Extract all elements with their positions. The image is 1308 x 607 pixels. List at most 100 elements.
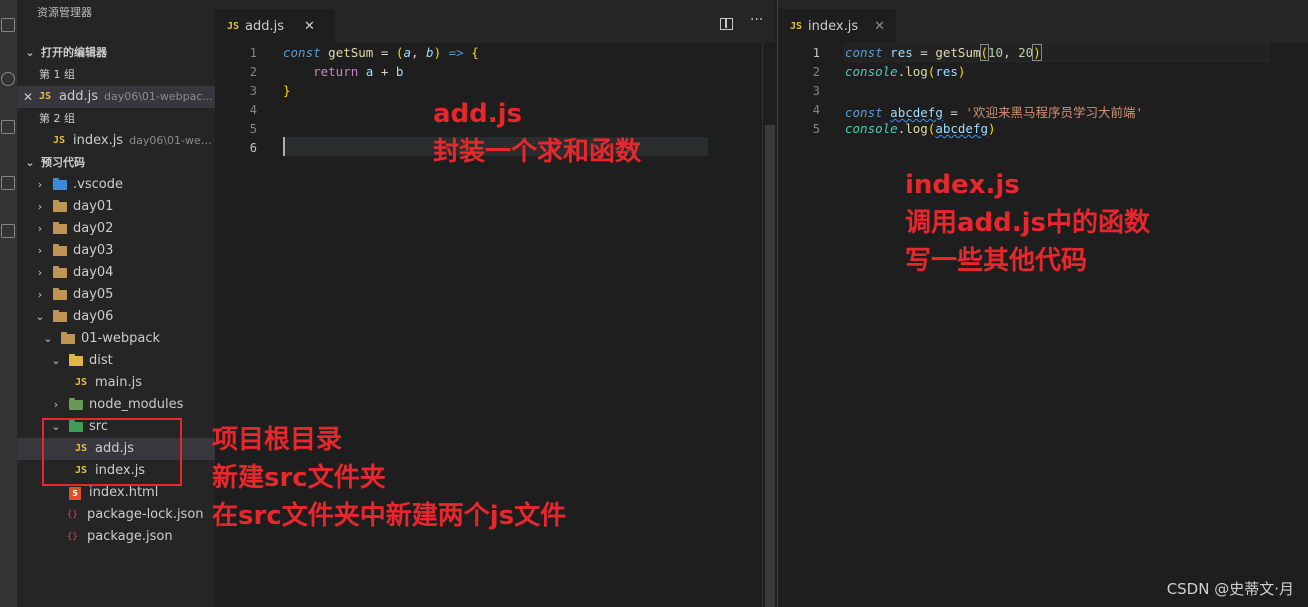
- line-number: 5: [812, 122, 820, 136]
- chevron-right-icon: ›: [37, 266, 43, 279]
- tab-label: index.js: [808, 18, 859, 34]
- tree-item-package-lock-json[interactable]: {} package-lock.json: [17, 504, 215, 526]
- chevron-down-icon: ⌄: [25, 156, 35, 169]
- open-editor-path: day06\01-webp...: [129, 134, 215, 147]
- line-number: 1: [812, 46, 820, 60]
- annotation-project-root: 项目根目录: [212, 425, 343, 455]
- tree-item-day04[interactable]: › day04: [17, 262, 215, 284]
- chevron-down-icon: ⌄: [51, 354, 61, 367]
- tree-item-label: day03: [73, 243, 114, 258]
- js-file-icon: JS: [39, 91, 52, 102]
- open-editor-path: day06\01-webpac...: [104, 90, 213, 103]
- html-file-icon: 5: [69, 486, 81, 500]
- tree-item-dist[interactable]: ⌄ dist: [17, 350, 215, 372]
- source-control-icon[interactable]: [1, 120, 15, 134]
- line-number: 1: [249, 46, 257, 60]
- tree-item-day02[interactable]: › day02: [17, 218, 215, 240]
- folder-icon: [53, 200, 67, 212]
- tree-item-label: main.js: [95, 375, 142, 390]
- explorer-icon[interactable]: [1, 18, 15, 32]
- js-file-icon: JS: [227, 20, 240, 32]
- json-file-icon: {}: [67, 510, 78, 520]
- close-icon[interactable]: ✕: [874, 19, 885, 34]
- tree-item-node-modules[interactable]: › node_modules: [17, 394, 215, 416]
- tree-item-label: dist: [89, 353, 113, 368]
- chevron-down-icon: ⌄: [25, 46, 35, 59]
- tree-item-day01[interactable]: › day01: [17, 196, 215, 218]
- chevron-right-icon: ›: [37, 200, 43, 213]
- code-line-1: const getSum = (a, b) => {: [283, 45, 479, 60]
- line-number: 2: [249, 65, 257, 79]
- code-line-3: }: [283, 83, 291, 98]
- tree-item-package-json[interactable]: {} package.json: [17, 526, 215, 548]
- folder-icon: [53, 266, 67, 278]
- folder-icon: [53, 310, 67, 322]
- open-editor-name: add.js: [59, 89, 98, 104]
- close-icon[interactable]: ✕: [304, 19, 315, 34]
- folder-icon: [61, 332, 75, 344]
- tab-add-js[interactable]: JS add.js ✕: [215, 9, 335, 43]
- chevron-right-icon: ›: [53, 398, 59, 411]
- annotation-add-js-desc: 封装一个求和函数: [433, 137, 642, 167]
- src-highlight-box: [42, 418, 182, 486]
- tree-item-main-js[interactable]: JS main.js: [17, 372, 215, 394]
- tab-label: add.js: [245, 18, 285, 34]
- scrollbar-track[interactable]: [762, 43, 776, 607]
- folder-icon: [53, 222, 67, 234]
- search-icon[interactable]: [1, 72, 15, 86]
- tree-item-label: 01-webpack: [81, 331, 161, 346]
- right-editor[interactable]: 1 2 3 4 5 const res = getSum(10, 20) con…: [777, 43, 1308, 607]
- line-number: 2: [812, 65, 820, 79]
- annotation-new-js-files: 在src文件夹中新建两个js文件: [212, 501, 567, 531]
- annotation-add-js-title: add.js: [433, 99, 523, 129]
- chevron-right-icon: ›: [37, 178, 43, 191]
- json-file-icon: {}: [67, 532, 78, 542]
- js-file-icon: JS: [75, 377, 88, 388]
- tree-item-label: package-lock.json: [87, 507, 204, 522]
- debug-icon[interactable]: [1, 176, 15, 190]
- chevron-right-icon: ›: [37, 288, 43, 301]
- open-editors-header[interactable]: ⌄ 打开的编辑器: [17, 42, 215, 64]
- tree-item-vscode[interactable]: › .vscode: [17, 174, 215, 196]
- folder-icon: [69, 398, 83, 410]
- tree-item-label: .vscode: [73, 177, 123, 192]
- tree-item-label: node_modules: [89, 397, 184, 412]
- folder-icon: [53, 178, 67, 190]
- tree-item-day06[interactable]: ⌄ day06: [17, 306, 215, 328]
- left-tab-bar: JS add.js ✕ ···: [215, 0, 775, 43]
- split-editor-icon[interactable]: [720, 18, 733, 30]
- extensions-icon[interactable]: [1, 224, 15, 238]
- line-number: 6: [249, 141, 257, 155]
- tree-item-label: day05: [73, 287, 114, 302]
- chevron-right-icon: ›: [37, 222, 43, 235]
- activity-bar: [0, 0, 17, 607]
- project-label: 预习代码: [41, 156, 85, 169]
- line-number: 5: [249, 122, 257, 136]
- scrollbar-thumb[interactable]: [765, 125, 775, 607]
- more-actions-icon[interactable]: ···: [750, 12, 763, 28]
- string-literal: '欢迎来黑马程序员学习大前端': [965, 105, 1144, 120]
- open-editor-index-js[interactable]: JS index.js day06\01-webp...: [17, 130, 215, 152]
- folder-icon: [53, 244, 67, 256]
- code-line-4: const abcdefg = '欢迎来黑马程序员学习大前端': [845, 105, 1144, 120]
- line-number: 4: [249, 103, 257, 117]
- chevron-down-icon: ⌄: [43, 332, 53, 345]
- tab-index-js[interactable]: JS index.js ✕: [778, 9, 896, 43]
- open-editors-label: 打开的编辑器: [41, 46, 107, 59]
- open-editor-add-js[interactable]: ✕ JS add.js day06\01-webpac...: [17, 86, 215, 108]
- chevron-down-icon: ⌄: [35, 310, 45, 323]
- annotation-index-js-title: index.js: [905, 170, 1020, 200]
- close-icon[interactable]: ✕: [21, 86, 35, 108]
- js-file-icon: JS: [53, 135, 66, 146]
- project-header[interactable]: ⌄ 预习代码: [17, 152, 215, 174]
- watermark: CSDN @史蒂文·月: [1166, 580, 1294, 598]
- tree-item-day03[interactable]: › day03: [17, 240, 215, 262]
- explorer-title: 资源管理器: [37, 6, 92, 19]
- open-editor-name: index.js: [73, 133, 124, 148]
- js-file-icon: JS: [790, 20, 803, 32]
- tree-item-01-webpack[interactable]: ⌄ 01-webpack: [17, 328, 215, 350]
- tree-item-day05[interactable]: › day05: [17, 284, 215, 306]
- code-line-2: return a + b: [313, 64, 404, 79]
- group-2-label: 第 2 组: [39, 112, 75, 125]
- tree-item-label: day04: [73, 265, 114, 280]
